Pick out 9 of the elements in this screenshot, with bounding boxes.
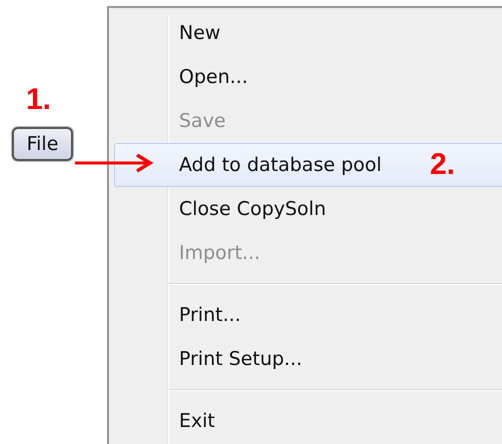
menu-item[interactable]: Print Setup...: [114, 337, 502, 381]
step-number: 1.: [26, 83, 52, 117]
step-number: 2.: [430, 148, 456, 182]
file-button[interactable]: File: [12, 127, 73, 161]
menu-item[interactable]: Open...: [114, 55, 502, 99]
menu-item[interactable]: New: [114, 11, 502, 55]
menu-item[interactable]: Print...: [114, 293, 502, 337]
menu-item[interactable]: Exit: [114, 399, 502, 443]
menu-item[interactable]: Close CopySoln: [114, 187, 502, 231]
